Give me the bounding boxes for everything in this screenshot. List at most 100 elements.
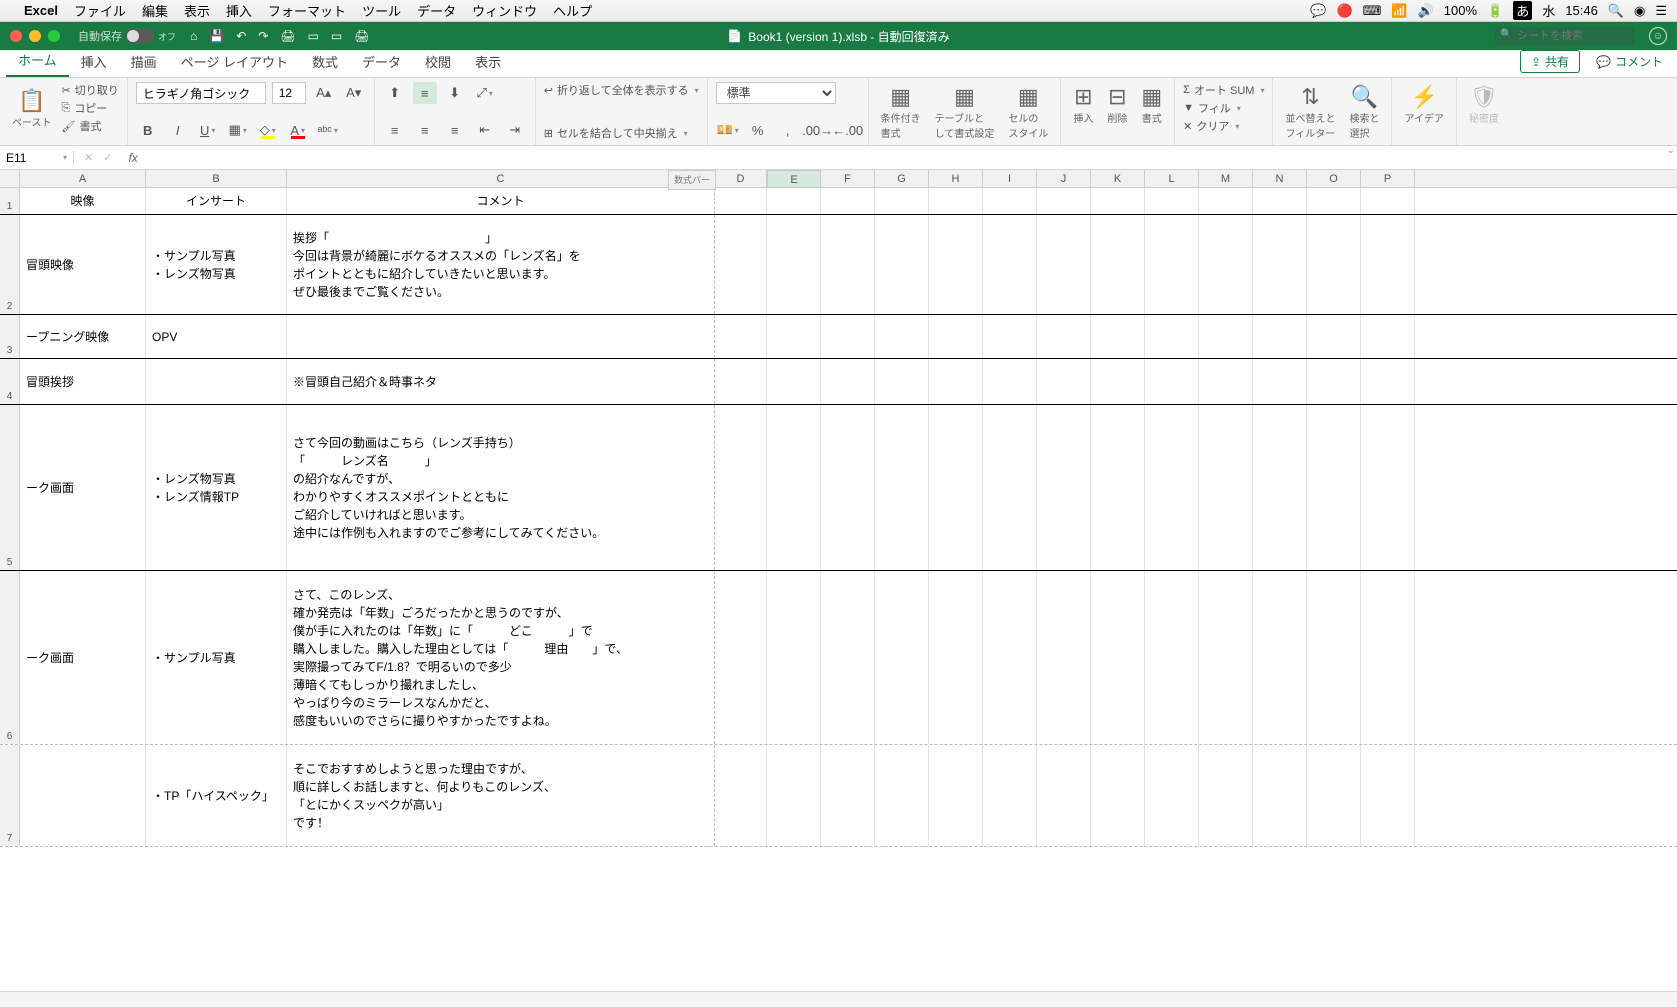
cell-D4[interactable] xyxy=(715,359,767,404)
decrease-font-button[interactable]: A▾ xyxy=(342,82,366,104)
delete-cells-button[interactable]: ⊟削除 xyxy=(1103,82,1131,127)
zoom-window-button[interactable] xyxy=(48,30,60,42)
cell-B2[interactable]: ・サンプル写真 ・レンズ物写真 xyxy=(146,215,287,314)
print-icon[interactable]: 🖨 xyxy=(280,29,295,43)
sheet-search-input[interactable] xyxy=(1495,27,1635,45)
cell-B1[interactable]: インサート xyxy=(146,188,287,214)
fill-color-button[interactable]: ◇ xyxy=(256,119,280,141)
cell-N6[interactable] xyxy=(1253,571,1307,744)
cut-button[interactable]: ✂切り取り xyxy=(62,82,119,98)
control-center-icon[interactable]: ☰ xyxy=(1655,3,1667,19)
cell-D3[interactable] xyxy=(715,315,767,358)
cell-A4[interactable]: 冒頭挨拶 xyxy=(20,359,146,404)
menu-edit[interactable]: 編集 xyxy=(142,1,168,20)
cell-B7[interactable]: ・TP「ハイスペック」 xyxy=(146,745,287,846)
col-header-D[interactable]: D xyxy=(715,170,767,188)
cell-N4[interactable] xyxy=(1253,359,1307,404)
cell-E2[interactable] xyxy=(767,215,821,314)
autosave-toggle[interactable]: 自動保存 オフ xyxy=(78,28,176,44)
cell-L6[interactable] xyxy=(1145,571,1199,744)
copy-button[interactable]: ⎘コピー xyxy=(62,100,119,116)
cell-G4[interactable] xyxy=(875,359,929,404)
cell-K7[interactable] xyxy=(1091,745,1145,846)
tab-formulas[interactable]: 数式 xyxy=(300,46,350,77)
volume-icon[interactable]: 🔊 xyxy=(1418,3,1434,19)
cell-O7[interactable] xyxy=(1307,745,1361,846)
tab-insert[interactable]: 挿入 xyxy=(69,46,119,77)
autosum-button[interactable]: Σオート SUM xyxy=(1183,82,1264,98)
cell-I2[interactable] xyxy=(983,215,1037,314)
col-header-K[interactable]: K xyxy=(1091,170,1145,188)
qat-icon2[interactable]: ▭ xyxy=(331,29,342,43)
cell-J1[interactable] xyxy=(1037,188,1091,214)
row-header-1[interactable]: 1 xyxy=(0,188,20,214)
cell-O6[interactable] xyxy=(1307,571,1361,744)
cell-C4[interactable]: ※冒頭自己紹介＆時事ネタ xyxy=(287,359,715,404)
cell-B6[interactable]: ・サンプル写真 xyxy=(146,571,287,744)
merge-center-button[interactable]: ⊞セルを結合して中央揃え xyxy=(544,125,699,141)
borders-button[interactable]: ▦ xyxy=(226,119,250,141)
orientation-button[interactable]: ⤢ xyxy=(473,82,497,104)
spotlight-icon[interactable]: 🔍 xyxy=(1608,3,1624,19)
cell-D2[interactable] xyxy=(715,215,767,314)
cell-A3[interactable]: ープニング映像 xyxy=(20,315,146,358)
menu-format[interactable]: フォーマット xyxy=(268,1,346,20)
row-header-5[interactable]: 5 xyxy=(0,405,20,570)
cell-H7[interactable] xyxy=(929,745,983,846)
find-select-button[interactable]: 🔍検索と 選択 xyxy=(1345,82,1383,142)
bold-button[interactable]: B xyxy=(136,119,160,141)
decrease-indent-button[interactable]: ⇤ xyxy=(473,119,497,141)
increase-decimal-button[interactable]: .00→ xyxy=(806,119,830,141)
keyboard-icon[interactable]: ⌨ xyxy=(1363,3,1382,19)
tab-draw[interactable]: 描画 xyxy=(119,46,169,77)
align-center-button[interactable]: ≡ xyxy=(413,119,437,141)
cell-M3[interactable] xyxy=(1199,315,1253,358)
align-right-button[interactable]: ≡ xyxy=(443,119,467,141)
status-icon[interactable]: 🔴 xyxy=(1336,3,1352,19)
row-header-3[interactable]: 3 xyxy=(0,315,20,358)
col-header-N[interactable]: N xyxy=(1253,170,1307,188)
cell-H3[interactable] xyxy=(929,315,983,358)
cell-E3[interactable] xyxy=(767,315,821,358)
row-header-2[interactable]: 2 xyxy=(0,215,20,314)
currency-button[interactable]: 💴 xyxy=(716,119,740,141)
expand-formula-bar-icon[interactable]: ⌄ xyxy=(1667,145,1675,156)
paste-button[interactable]: 📋ペースト xyxy=(8,86,56,131)
cell-N2[interactable] xyxy=(1253,215,1307,314)
cell-J2[interactable] xyxy=(1037,215,1091,314)
undo-icon[interactable]: ↶ xyxy=(236,29,246,43)
app-name[interactable]: Excel xyxy=(24,3,58,18)
cell-N3[interactable] xyxy=(1253,315,1307,358)
cell-K6[interactable] xyxy=(1091,571,1145,744)
cell-M4[interactable] xyxy=(1199,359,1253,404)
align-left-button[interactable]: ≡ xyxy=(383,119,407,141)
format-painter-button[interactable]: 🖌書式 xyxy=(62,118,119,134)
cell-L2[interactable] xyxy=(1145,215,1199,314)
col-header-O[interactable]: O xyxy=(1307,170,1361,188)
align-bottom-button[interactable]: ⬇ xyxy=(443,82,467,104)
ime-indicator[interactable]: あ xyxy=(1513,1,1532,20)
cell-M5[interactable] xyxy=(1199,405,1253,570)
name-box[interactable]: E11▾ xyxy=(0,151,74,165)
battery-icon[interactable]: 🔋 xyxy=(1487,3,1503,19)
cell-F2[interactable] xyxy=(821,215,875,314)
cell-L7[interactable] xyxy=(1145,745,1199,846)
cell-O1[interactable] xyxy=(1307,188,1361,214)
cell-D7[interactable] xyxy=(715,745,767,846)
percent-button[interactable]: % xyxy=(746,119,770,141)
menu-file[interactable]: ファイル xyxy=(74,1,126,20)
cell-G7[interactable] xyxy=(875,745,929,846)
cell-M7[interactable] xyxy=(1199,745,1253,846)
cell-styles-button[interactable]: ▦セルの スタイル xyxy=(1004,82,1052,142)
cell-I7[interactable] xyxy=(983,745,1037,846)
cell-N7[interactable] xyxy=(1253,745,1307,846)
sensitivity-button[interactable]: 🛡秘密度 xyxy=(1465,82,1503,127)
cell-G3[interactable] xyxy=(875,315,929,358)
fill-button[interactable]: ▼フィル xyxy=(1183,100,1264,116)
cell-J3[interactable] xyxy=(1037,315,1091,358)
tab-review[interactable]: 校閲 xyxy=(413,46,463,77)
clear-button[interactable]: ✕クリア xyxy=(1183,118,1264,134)
cell-A1[interactable]: 映像 xyxy=(20,188,146,214)
cell-O2[interactable] xyxy=(1307,215,1361,314)
phonetic-button[interactable]: ᵃᵇᶜ xyxy=(316,119,340,141)
